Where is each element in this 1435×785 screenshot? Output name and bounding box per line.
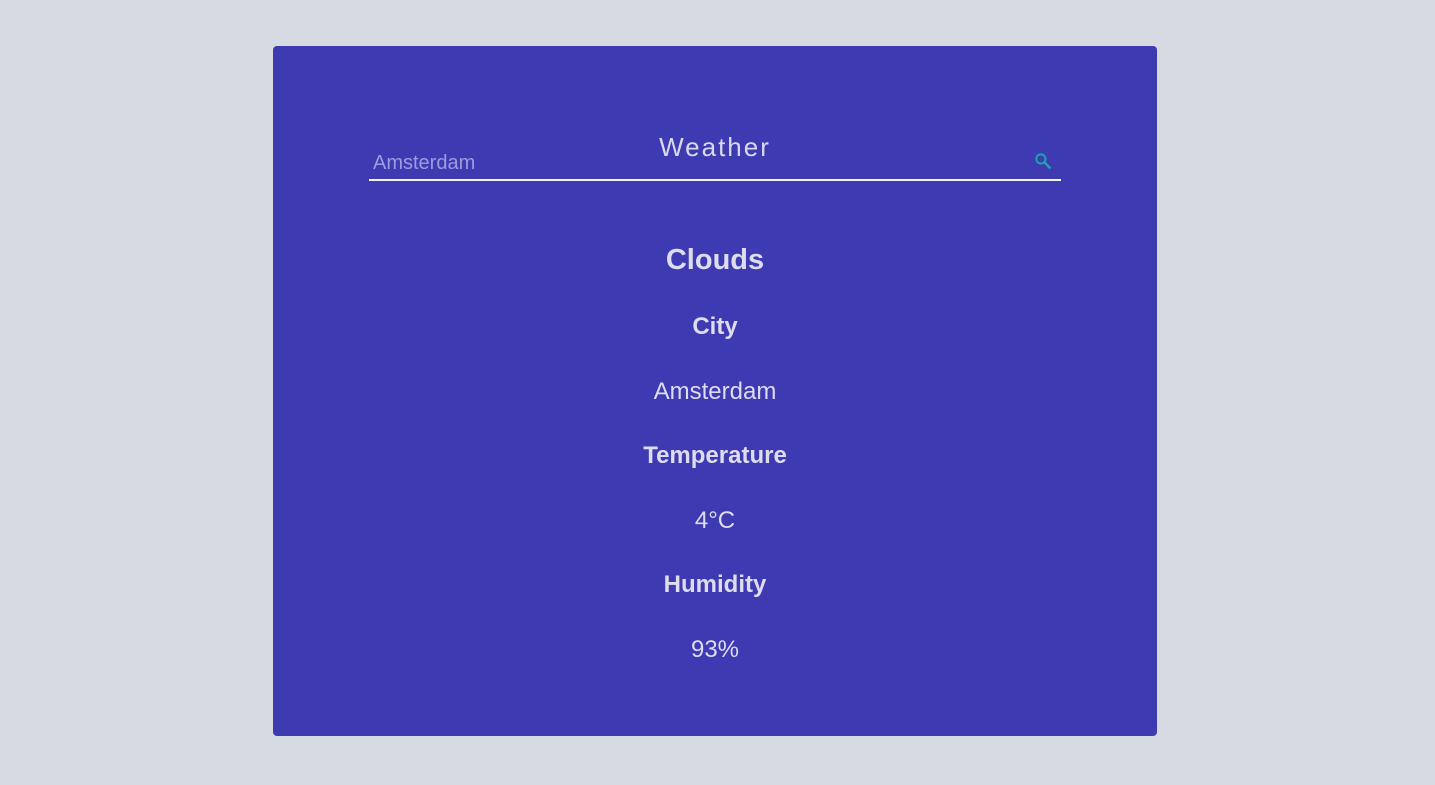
weather-condition: Clouds (665, 244, 765, 276)
city-value: Amsterdam (653, 378, 777, 405)
temperature-value: 4°C (694, 507, 736, 534)
search-icon[interactable] (1033, 151, 1053, 171)
city-label: City (692, 313, 738, 340)
humidity-label: Humidity (663, 571, 767, 598)
temperature-label: Temperature (643, 442, 787, 469)
search-box (369, 146, 1061, 181)
weather-card: Weather Clouds City Amsterdam Temperatur… (273, 46, 1157, 736)
search-input[interactable] (373, 150, 1013, 176)
humidity-value: 93% (690, 636, 740, 663)
